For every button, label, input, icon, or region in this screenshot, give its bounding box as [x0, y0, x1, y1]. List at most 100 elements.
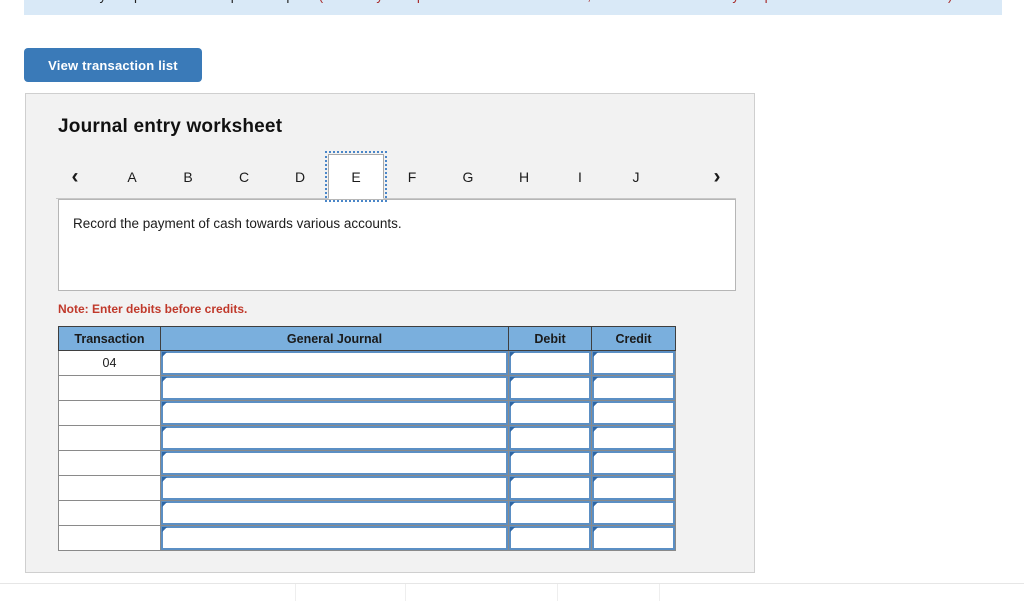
transaction-description-text: Record the payment of cash towards vario…: [73, 216, 402, 231]
general-journal-input-cell: [160, 425, 509, 451]
general-journal-input-cell: [160, 375, 509, 401]
chevron-left-icon[interactable]: ‹: [56, 154, 94, 199]
worksheet-tab-g[interactable]: G: [440, 154, 496, 199]
journal-table-body: 04: [58, 350, 676, 551]
transaction-number-cell: [58, 475, 161, 501]
credit-input[interactable]: [592, 376, 675, 400]
credit-input[interactable]: [592, 351, 675, 375]
footer-bar: [0, 583, 1024, 601]
credit-input[interactable]: [592, 476, 675, 500]
worksheet-tab-i[interactable]: I: [552, 154, 608, 199]
general-journal-input-cell: [160, 525, 509, 551]
general-journal-input-cell: [160, 400, 509, 426]
debit-input-cell: [508, 425, 592, 451]
debit-input[interactable]: [509, 451, 591, 475]
footer-segment: [0, 584, 296, 601]
footer-segment: [296, 584, 406, 601]
worksheet-tab-h[interactable]: H: [496, 154, 552, 199]
journal-table-row: [58, 475, 676, 501]
journal-table-header-row: Transaction General Journal Debit Credit: [58, 326, 676, 351]
worksheet-tab-e[interactable]: E: [325, 151, 387, 202]
debit-input-cell: [508, 350, 592, 376]
journal-table-row: [58, 400, 676, 426]
general-journal-input-cell: [160, 500, 509, 526]
worksheet-tab-b[interactable]: B: [160, 154, 216, 199]
journal-table-row: [58, 500, 676, 526]
general-journal-input[interactable]: [161, 501, 508, 525]
banner-main-text: Community Hospital is a not-for-profit h…: [38, 0, 315, 3]
journal-table-row: [58, 425, 676, 451]
transaction-number-cell: [58, 450, 161, 476]
journal-table-row: 04: [58, 350, 676, 376]
header-credit: Credit: [591, 326, 676, 351]
transaction-number-cell: [58, 500, 161, 526]
debit-input[interactable]: [509, 351, 591, 375]
debit-input[interactable]: [509, 501, 591, 525]
transaction-number-cell: [58, 525, 161, 551]
general-journal-input[interactable]: [161, 351, 508, 375]
transaction-number-cell: [58, 400, 161, 426]
debits-before-credits-note: Note: Enter debits before credits.: [58, 302, 248, 316]
credit-input-cell: [591, 450, 676, 476]
credit-input[interactable]: [592, 501, 675, 525]
debit-input-cell: [508, 375, 592, 401]
footer-segment: [660, 584, 1024, 601]
general-journal-input[interactable]: [161, 426, 508, 450]
journal-table-wrapper: Transaction General Journal Debit Credit…: [58, 326, 676, 551]
journal-entry-table: Transaction General Journal Debit Credit…: [58, 326, 676, 551]
debit-input-cell: [508, 400, 592, 426]
debit-input[interactable]: [509, 476, 591, 500]
worksheet-tab-c[interactable]: C: [216, 154, 272, 199]
page-root: Community Hospital is a not-for-profit h…: [0, 0, 1024, 601]
credit-input-cell: [591, 350, 676, 376]
credit-input-cell: [591, 375, 676, 401]
journal-table-row: [58, 375, 676, 401]
worksheet-tabstrip: ‹ ABCDEFGHIJ ›: [26, 151, 754, 202]
credit-input[interactable]: [592, 426, 675, 450]
journal-table-head: Transaction General Journal Debit Credit: [58, 326, 676, 351]
transaction-number-cell: [58, 425, 161, 451]
footer-segment: [558, 584, 660, 601]
worksheet-title: Journal entry worksheet: [58, 116, 283, 137]
header-debit: Debit: [508, 326, 592, 351]
worksheet-tab-a[interactable]: A: [104, 154, 160, 199]
debit-input-cell: [508, 450, 592, 476]
worksheet-tab-list: ABCDEFGHIJ: [104, 151, 664, 202]
general-journal-input-cell: [160, 475, 509, 501]
transaction-description-box: Record the payment of cash towards vario…: [58, 199, 736, 291]
general-journal-input[interactable]: [161, 451, 508, 475]
debit-input[interactable]: [509, 376, 591, 400]
debit-input-cell: [508, 525, 592, 551]
credit-input[interactable]: [592, 526, 675, 550]
debit-input-cell: [508, 500, 592, 526]
worksheet-tab-d[interactable]: D: [272, 154, 328, 199]
credit-input-cell: [591, 500, 676, 526]
general-journal-input-cell: [160, 450, 509, 476]
general-journal-input[interactable]: [161, 476, 508, 500]
general-journal-input-cell: [160, 350, 509, 376]
general-journal-input[interactable]: [161, 526, 508, 550]
debit-input[interactable]: [509, 526, 591, 550]
credit-input-cell: [591, 475, 676, 501]
transaction-number-cell: [58, 375, 161, 401]
view-transaction-list-button[interactable]: View transaction list: [24, 48, 202, 82]
general-journal-input[interactable]: [161, 376, 508, 400]
debit-input[interactable]: [509, 401, 591, 425]
journal-table-row: [58, 525, 676, 551]
journal-table-row: [58, 450, 676, 476]
info-banner: Community Hospital is a not-for-profit h…: [24, 0, 1002, 15]
debit-input[interactable]: [509, 426, 591, 450]
header-transaction: Transaction: [58, 326, 161, 351]
banner-highlight-text: (If no entry is required for a transacti…: [319, 0, 953, 3]
credit-input[interactable]: [592, 401, 675, 425]
debit-input-cell: [508, 475, 592, 501]
credit-input[interactable]: [592, 451, 675, 475]
credit-input-cell: [591, 525, 676, 551]
general-journal-input[interactable]: [161, 401, 508, 425]
journal-entry-worksheet-panel: Journal entry worksheet ‹ ABCDEFGHIJ › R…: [25, 93, 755, 573]
chevron-right-icon[interactable]: ›: [698, 154, 736, 199]
worksheet-tab-f[interactable]: F: [384, 154, 440, 199]
footer-segment: [406, 584, 558, 601]
worksheet-tab-j[interactable]: J: [608, 154, 664, 199]
header-general-journal: General Journal: [160, 326, 509, 351]
